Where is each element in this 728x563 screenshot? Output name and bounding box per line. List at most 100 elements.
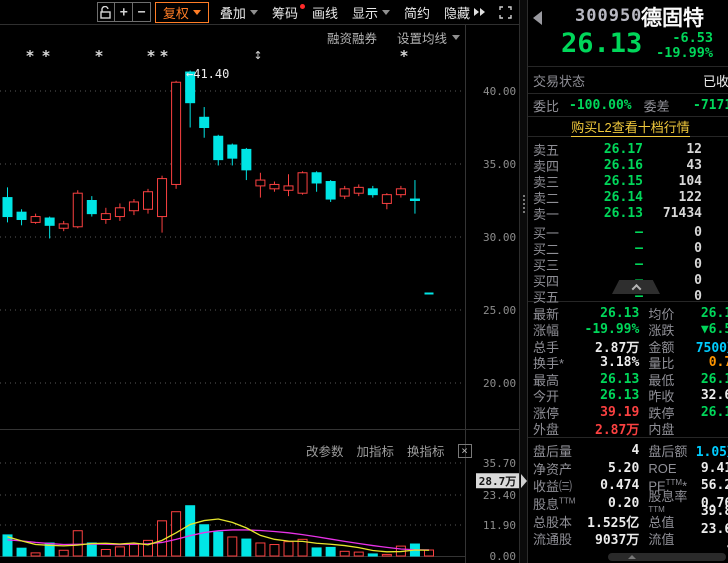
price-change: -6.53: [672, 30, 713, 46]
chevron-down-icon: [192, 9, 201, 15]
bid-price: —: [635, 240, 643, 256]
switch-indicator-button[interactable]: 换指标: [407, 441, 445, 460]
ask-levels: 卖五 26.17 12 卖四 26.16 43 卖三 26.15 104 卖二 …: [528, 137, 728, 223]
svg-text:←41.40: ←41.40: [186, 67, 229, 81]
ma-settings-button[interactable]: 设置均线: [397, 28, 460, 47]
trade-status-label: 交易状态: [533, 73, 586, 89]
buy-l2-link[interactable]: 购买L2查看十档行情: [571, 117, 690, 137]
svg-text:23.40: 23.40: [483, 489, 516, 502]
weibi-row: 委比 -100.00% 委差 -71715: [528, 94, 728, 117]
display-label: 显示: [351, 5, 378, 21]
fundamental-row: 盘后量 4 盘后额 1.05万: [528, 442, 728, 460]
stats-row: 涨停 39.19 跌停 26.13: [528, 404, 728, 421]
chevron-down-icon: [249, 9, 258, 15]
stat-value: 32.66: [700, 388, 728, 404]
zoom-out-button[interactable]: −: [132, 2, 151, 22]
stat-value: 0: [691, 421, 728, 436]
ask-row[interactable]: 卖二 26.14 122: [528, 190, 728, 206]
stat-value: 26.13: [700, 305, 728, 321]
ask-row[interactable]: 卖三 26.15 104: [528, 173, 728, 190]
zoom-in-button[interactable]: +: [114, 2, 134, 22]
chevron-up-icon: [631, 283, 641, 294]
chip-distribution-button[interactable]: 筹码: [265, 2, 305, 23]
margin-trading-button[interactable]: 融资融券: [327, 28, 377, 47]
bid-levels: 买一 — 0 买二 — 0 买三 — 0 买四 — 0 买五 —: [528, 222, 728, 305]
stat-value: -19.99%: [584, 322, 640, 338]
fullscreen-icon[interactable]: [492, 2, 519, 23]
svg-text:28.7万: 28.7万: [479, 475, 517, 488]
fund-value: 0.474: [600, 478, 640, 494]
chevron-down-icon: [381, 9, 390, 15]
stat-label: 内盘: [648, 422, 675, 438]
ask-row[interactable]: 卖五 26.17 12: [528, 141, 728, 158]
bid-price: —: [635, 256, 643, 272]
trade-status-row: 交易状态 已收盘: [528, 67, 728, 94]
pane-splitter[interactable]: [519, 0, 528, 563]
bid-qty: 0: [694, 240, 702, 256]
stat-value: 26.13: [600, 371, 640, 387]
horizontal-scrollbar[interactable]: [608, 553, 726, 561]
fund-value: 0.20: [608, 496, 640, 512]
change-block: -6.53 -19.99%: [656, 31, 713, 61]
fund-value: 5.20: [608, 460, 640, 476]
fund-value: 56.26: [700, 478, 728, 494]
fuquan-button[interactable]: 复权: [154, 1, 209, 23]
ask-qty: 104: [678, 173, 702, 189]
candlestick-chart[interactable]: 40.00 35.00 30.00 25.00 20.00 35.70 23.40 11.90…: [0, 0, 519, 563]
svg-text:*: *: [41, 47, 50, 65]
stats-row: 最高 26.13 最低 26.13: [528, 371, 728, 388]
fund-label: ROE: [648, 460, 677, 476]
hide-button[interactable]: 隐藏: [437, 2, 492, 23]
svg-text:35.00: 35.00: [483, 158, 516, 171]
double-arrow-right-icon: [474, 8, 486, 16]
stats-grid: 最新 26.13 均价 26.13 涨幅 -19.99% 涨跌 ▼6.53 总手…: [528, 302, 728, 438]
fund-value: 23.61亿: [700, 521, 728, 556]
fundamental-row: 流通股 9037万 流值 23.61亿: [528, 522, 728, 556]
stock-app-window: 40.00 35.00 30.00 25.00 20.00 35.70 23.40 11.90…: [0, 0, 728, 563]
draw-line-button[interactable]: 画线: [305, 2, 345, 23]
fund-label: 盘后量: [533, 444, 573, 460]
ask-row[interactable]: 卖四 26.16 43: [528, 157, 728, 174]
overlay-label: 叠加: [219, 5, 246, 21]
svg-text:20.00: 20.00: [483, 377, 516, 390]
bid-row[interactable]: 买二 — 0: [528, 240, 728, 257]
quote-panel: 300950 德固特 26.13 -6.53 -19.99% 交易状态 已收盘 …: [528, 0, 728, 563]
ask-row[interactable]: 卖一 26.13 71434: [528, 206, 728, 222]
change-params-button[interactable]: 改参数: [306, 441, 344, 460]
stat-value: 2.87万: [595, 423, 640, 439]
quote-header: 300950 德固特 26.13 -6.53 -19.99%: [528, 0, 728, 67]
svg-text:40.00: 40.00: [483, 85, 516, 98]
bid-qty: 0: [694, 256, 702, 272]
close-indicator-icon[interactable]: ×: [457, 443, 472, 458]
simple-mode-label: 简约: [403, 5, 430, 21]
splitter-collapse-icon[interactable]: [521, 474, 527, 488]
stat-value: 26.13: [700, 371, 728, 387]
simple-mode-button[interactable]: 简约: [397, 2, 437, 23]
add-indicator-button[interactable]: 加指标: [357, 441, 395, 460]
indicator-toolbar: 改参数 加指标 换指标 ×: [306, 441, 472, 460]
back-arrow-icon[interactable]: [533, 11, 542, 25]
collapse-orderbook-button[interactable]: [612, 280, 660, 294]
lock-icon[interactable]: [96, 2, 116, 22]
display-button[interactable]: 显示: [345, 2, 397, 23]
stats-row: 换手* 3.18% 量比 0.76: [528, 355, 728, 371]
svg-text:35.70: 35.70: [483, 457, 516, 470]
stats-row: 外盘 2.87万 内盘 0: [528, 421, 728, 438]
fund-label: 流值: [648, 532, 675, 548]
bid-row[interactable]: 买一 — 0: [528, 224, 728, 241]
bid-label: 买五: [533, 290, 560, 306]
svg-text:25.00: 25.00: [483, 304, 516, 317]
bid-qty: 0: [694, 224, 702, 240]
stock-code: 300950: [575, 6, 643, 26]
stats-row: 总手 2.87万 金额 7500万: [528, 338, 728, 356]
ask-price: 26.16: [603, 157, 643, 173]
weibi-label: 委比: [533, 98, 560, 114]
fund-label: 净资产: [533, 461, 573, 477]
overlay-button[interactable]: 叠加: [213, 2, 265, 23]
fund-label: 流通股: [533, 532, 573, 548]
chip-label: 筹码: [271, 5, 298, 21]
bid-row[interactable]: 买三 — 0: [528, 256, 728, 273]
weicha-value: -71715: [693, 97, 728, 113]
svg-text:*: *: [399, 47, 408, 65]
ask-price: 26.17: [603, 141, 643, 157]
